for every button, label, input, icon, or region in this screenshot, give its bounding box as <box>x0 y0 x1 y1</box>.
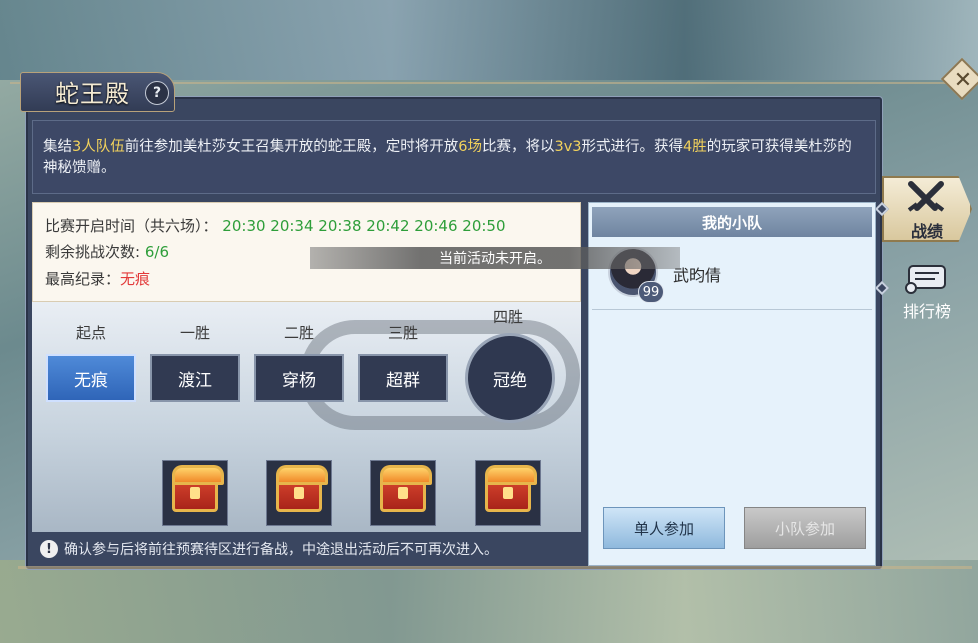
stage-win-3[interactable]: 超群 <box>358 354 448 402</box>
close-icon[interactable]: ✕ <box>949 66 977 94</box>
stage-label: 起点 <box>75 324 106 342</box>
chest-icon <box>380 465 432 512</box>
desc-text: 比赛，将以 <box>481 139 555 155</box>
crossed-swords-icon <box>907 181 945 212</box>
stage-label: 二胜 <box>283 324 314 342</box>
desc-highlight: 6场 <box>458 139 482 155</box>
stage-start[interactable]: 无痕 <box>46 354 136 402</box>
stage-win-4[interactable]: 冠绝 <box>465 333 555 423</box>
team-header: 我的小队 <box>592 207 872 237</box>
member-name: 武昀倩 <box>673 266 722 285</box>
desc-text: 形式进行。获得 <box>581 139 684 155</box>
background-top <box>0 0 978 80</box>
desc-highlight: 3v3 <box>554 139 582 155</box>
record-value: 无痕 <box>120 270 151 288</box>
chest-icon <box>485 465 537 512</box>
desc-text: 前往参加美杜莎女王召集开放的蛇王殿，定时将开放 <box>124 139 459 155</box>
stage-win-2[interactable]: 穿杨 <box>254 354 344 402</box>
background-bottom <box>0 560 978 643</box>
warning-icon: ! <box>40 540 58 558</box>
record-row: 最高纪录：无痕 <box>45 268 150 289</box>
notice-bar: ! 确认参与后将前往预赛待区进行备战，中途退出活动后不可再次进入。 <box>32 532 581 566</box>
event-description: 集结3人队伍前往参加美杜莎女王召集开放的蛇王殿，定时将开放6场比赛，将以3v3形… <box>32 120 876 194</box>
help-button[interactable]: ? <box>145 81 169 105</box>
reward-chest-3[interactable] <box>370 460 436 526</box>
schedule-label: 比赛开启时间（共六场）： <box>45 217 218 235</box>
chest-icon <box>172 465 224 512</box>
page-title: 蛇王殿 <box>55 80 130 108</box>
desc-highlight: 4胜 <box>683 139 707 155</box>
desc-text: 集结 <box>43 139 72 155</box>
stage-label: 一胜 <box>179 324 210 342</box>
desc-highlight: 3人队伍 <box>72 139 125 155</box>
reward-chest-1[interactable] <box>162 460 228 526</box>
stage-label: 四胜 <box>492 308 523 326</box>
attempts-row: 剩余挑战次数: 6/6 <box>45 241 169 262</box>
attempts-value: 6/6 <box>144 243 169 261</box>
chest-icon <box>276 465 328 512</box>
tab-record-label: 战绩 <box>910 222 943 241</box>
stage-win-1[interactable]: 渡江 <box>150 354 240 402</box>
schedule-row: 比赛开启时间（共六场）： 20:30 20:34 20:38 20:42 20:… <box>45 215 506 236</box>
tab-ranking[interactable]: 排行榜 <box>882 298 972 322</box>
attempts-label: 剩余挑战次数: <box>45 243 141 261</box>
reward-chest-4[interactable] <box>475 460 541 526</box>
record-label: 最高纪录： <box>45 270 121 288</box>
team-join-button[interactable]: 小队参加 <box>744 507 866 549</box>
notice-text: 确认参与后将前往预赛待区进行备战，中途退出活动后不可再次进入。 <box>64 542 498 558</box>
solo-join-button[interactable]: 单人参加 <box>603 507 725 549</box>
stage-label: 三胜 <box>387 324 418 342</box>
frame-bottom-border <box>18 566 972 569</box>
member-level-badge: 99 <box>638 281 664 303</box>
ranking-scroll-icon[interactable] <box>905 260 951 296</box>
reward-chest-2[interactable] <box>266 460 332 526</box>
toast-message: 当前活动未开启。 <box>310 247 680 269</box>
schedule-times: 20:30 20:34 20:38 20:42 20:46 20:50 <box>222 217 506 235</box>
